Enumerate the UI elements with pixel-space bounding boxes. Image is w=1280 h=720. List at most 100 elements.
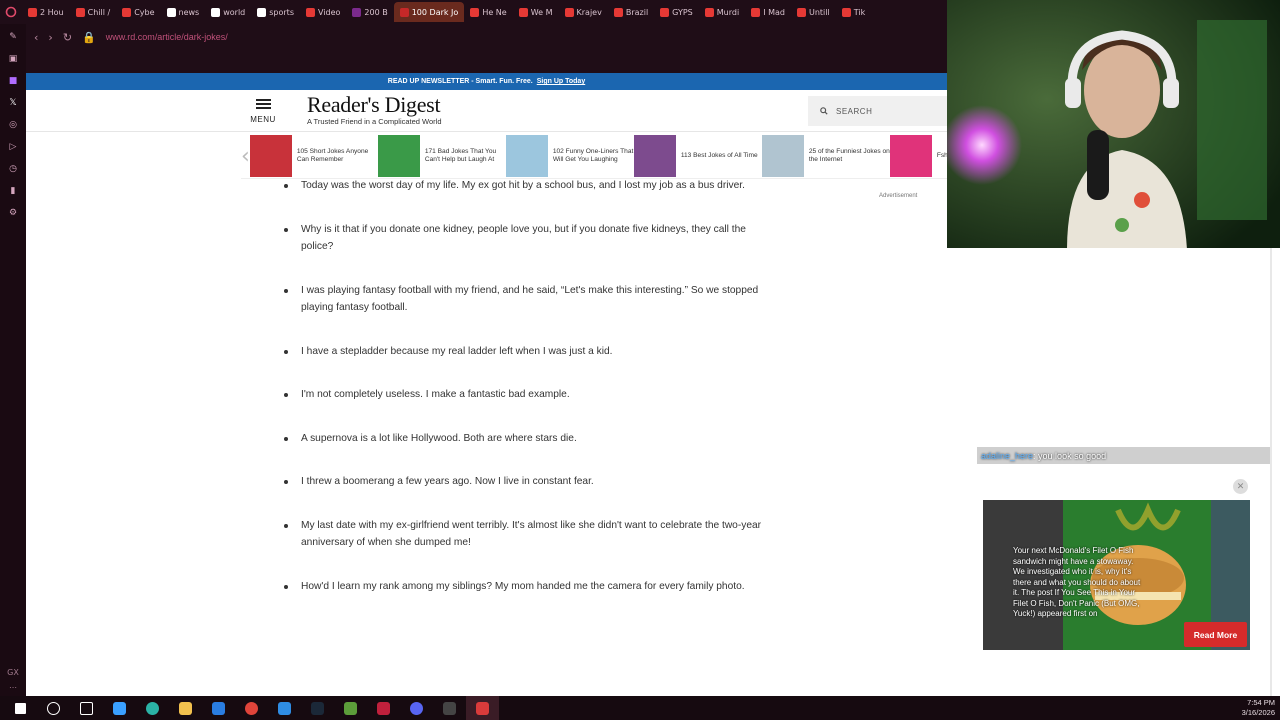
play-icon[interactable]: ▷ (6, 140, 20, 154)
carousel-item[interactable]: 113 Best Jokes of All Time (633, 135, 762, 177)
file-explorer-icon[interactable] (169, 696, 202, 720)
settings-icon[interactable]: ⚙ (6, 206, 20, 220)
url-field[interactable]: www.rd.com/article/dark-jokes/ (106, 32, 228, 42)
chrome-icon[interactable] (235, 696, 268, 720)
taskbar-clock[interactable]: 7:54 PM 3/16/2026 (1242, 698, 1275, 718)
tab-favicon-icon (122, 7, 132, 17)
menu-label: MENU (250, 115, 276, 124)
browser-toolbar-strip (26, 50, 947, 73)
browser-tab[interactable]: We M (513, 2, 559, 22)
tab-favicon-icon (399, 7, 409, 17)
carousel-prev-icon[interactable]: ‹ (241, 144, 250, 169)
discord-icon[interactable] (400, 696, 433, 720)
joke-item: I threw a boomerang a few years ago. Now… (284, 473, 774, 490)
browser-tab[interactable]: Brazil (608, 2, 654, 22)
mail-icon[interactable] (202, 696, 235, 720)
joke-item: I was playing fantasy football with my f… (284, 282, 774, 316)
tab-favicon-icon (75, 7, 85, 17)
gx-icon[interactable]: GX (7, 668, 19, 677)
browser-tab[interactable]: news (161, 2, 206, 22)
joke-item: Why is it that if you donate one kidney,… (284, 221, 774, 255)
pin-icon[interactable]: ✎ (6, 30, 20, 44)
minecraft-icon[interactable] (334, 696, 367, 720)
windows-start-icon[interactable] (4, 696, 37, 720)
carousel-item[interactable]: 102 Funny One-Liners That Will Get You L… (505, 135, 634, 177)
joke-item: My last date with my ex-girlfriend went … (284, 517, 774, 551)
app-red-icon[interactable] (466, 696, 499, 720)
tab-favicon-icon (796, 7, 806, 17)
carousel-item[interactable]: 105 Short Jokes Anyone Can Remember (249, 135, 378, 177)
video-ad[interactable]: Your next McDonald's Filet O Fish sandwi… (983, 500, 1250, 650)
carousel-item[interactable]: 171 Bad Jokes That You Can't Help but La… (377, 135, 506, 177)
newsletter-signup-link[interactable]: Sign Up Today (537, 78, 585, 85)
chat-username: adaline_here (981, 450, 1034, 461)
news-icon[interactable]: ▣ (6, 52, 20, 66)
browser-tab[interactable]: Krajev (559, 2, 608, 22)
read-more-button[interactable]: Read More (1184, 622, 1247, 647)
tab-label: GYPS (672, 7, 693, 17)
browser-tab[interactable]: Video (300, 2, 346, 22)
app-blue-icon[interactable] (268, 696, 301, 720)
browser-tab[interactable]: 100 Dark Jo (393, 2, 465, 22)
history-icon[interactable]: ◷ (6, 162, 20, 176)
article-body: I hope I die peacefully in my sleep like… (26, 134, 947, 696)
site-logo[interactable]: Reader's Digest A Trusted Friend in a Co… (307, 92, 442, 126)
page-scrollbar[interactable] (1270, 248, 1272, 696)
menu-button[interactable]: MENU (248, 97, 278, 124)
carousel-thumbnail (633, 135, 676, 177)
tab-label: Krajev (576, 7, 602, 17)
twitch-icon[interactable]: ■ (6, 74, 20, 88)
search-box[interactable]: SEARCH (808, 96, 947, 126)
tab-label: He Ne (482, 7, 507, 17)
copilot-icon[interactable] (103, 696, 136, 720)
tab-label: I Mad (763, 7, 785, 17)
carousel-thumbnail (761, 135, 804, 177)
tab-label: Brazil (625, 7, 649, 17)
browser-tab[interactable]: I Mad (745, 2, 791, 22)
tab-favicon-icon (305, 7, 315, 17)
browser-logo-icon[interactable] (0, 6, 22, 18)
advertisement-label: Advertisement (879, 193, 918, 199)
extensions-icon[interactable]: ▮ (6, 184, 20, 198)
carousel-item[interactable]: Fsh (889, 135, 947, 177)
reload-icon[interactable]: ↻ (63, 31, 72, 44)
browser-tab[interactable]: 200 B (346, 2, 393, 22)
forward-icon[interactable]: › (48, 31, 52, 44)
x-icon[interactable]: 𝕏 (6, 96, 20, 110)
browser-tab[interactable]: Murdi (699, 2, 745, 22)
more-icon[interactable]: ⋯ (9, 683, 17, 692)
browser-tab[interactable]: world (205, 2, 251, 22)
search-icon[interactable] (37, 696, 70, 720)
tab-label: Tik (853, 7, 866, 17)
browser-tab[interactable]: GYPS (654, 2, 699, 22)
back-icon[interactable]: ‹ (34, 31, 38, 44)
carousel-thumbnail (249, 135, 292, 177)
newsletter-banner: READ UP NEWSLETTER - Smart. Fun. Free. S… (26, 73, 947, 90)
app-dark-icon[interactable] (433, 696, 466, 720)
search-placeholder: SEARCH (836, 106, 873, 116)
web-page: READ UP NEWSLETTER - Smart. Fun. Free. S… (26, 73, 947, 696)
clock-time: 7:54 PM (1247, 698, 1275, 707)
edge-icon[interactable] (136, 696, 169, 720)
tab-favicon-icon (166, 7, 176, 17)
hamburger-icon (248, 99, 278, 109)
tab-favicon-icon (257, 7, 267, 17)
browser-tab[interactable]: 2 Hou (22, 2, 70, 22)
music-icon[interactable]: ◎ (6, 118, 20, 132)
browser-tab[interactable]: Chill / (70, 2, 117, 22)
browser-tab[interactable]: Tik (836, 2, 872, 22)
browser-tab[interactable]: Untill (791, 2, 836, 22)
close-ad-icon[interactable]: ✕ (1233, 479, 1248, 494)
task-view-icon[interactable] (70, 696, 103, 720)
browser-tab[interactable]: He Ne (464, 2, 512, 22)
tab-label: news (178, 7, 200, 17)
carousel-title: 25 of the Funniest Jokes on the Internet (808, 147, 890, 163)
steam-icon[interactable] (301, 696, 334, 720)
logo-title: Reader's Digest (307, 92, 441, 117)
carousel-item[interactable]: 25 of the Funniest Jokes on the Internet (761, 135, 890, 177)
browser-tab[interactable]: Cybe (116, 2, 160, 22)
browser-tab[interactable]: sports (251, 2, 300, 22)
tab-label: sports (269, 7, 294, 17)
tab-favicon-icon (518, 7, 528, 17)
opera-gx-icon[interactable] (367, 696, 400, 720)
